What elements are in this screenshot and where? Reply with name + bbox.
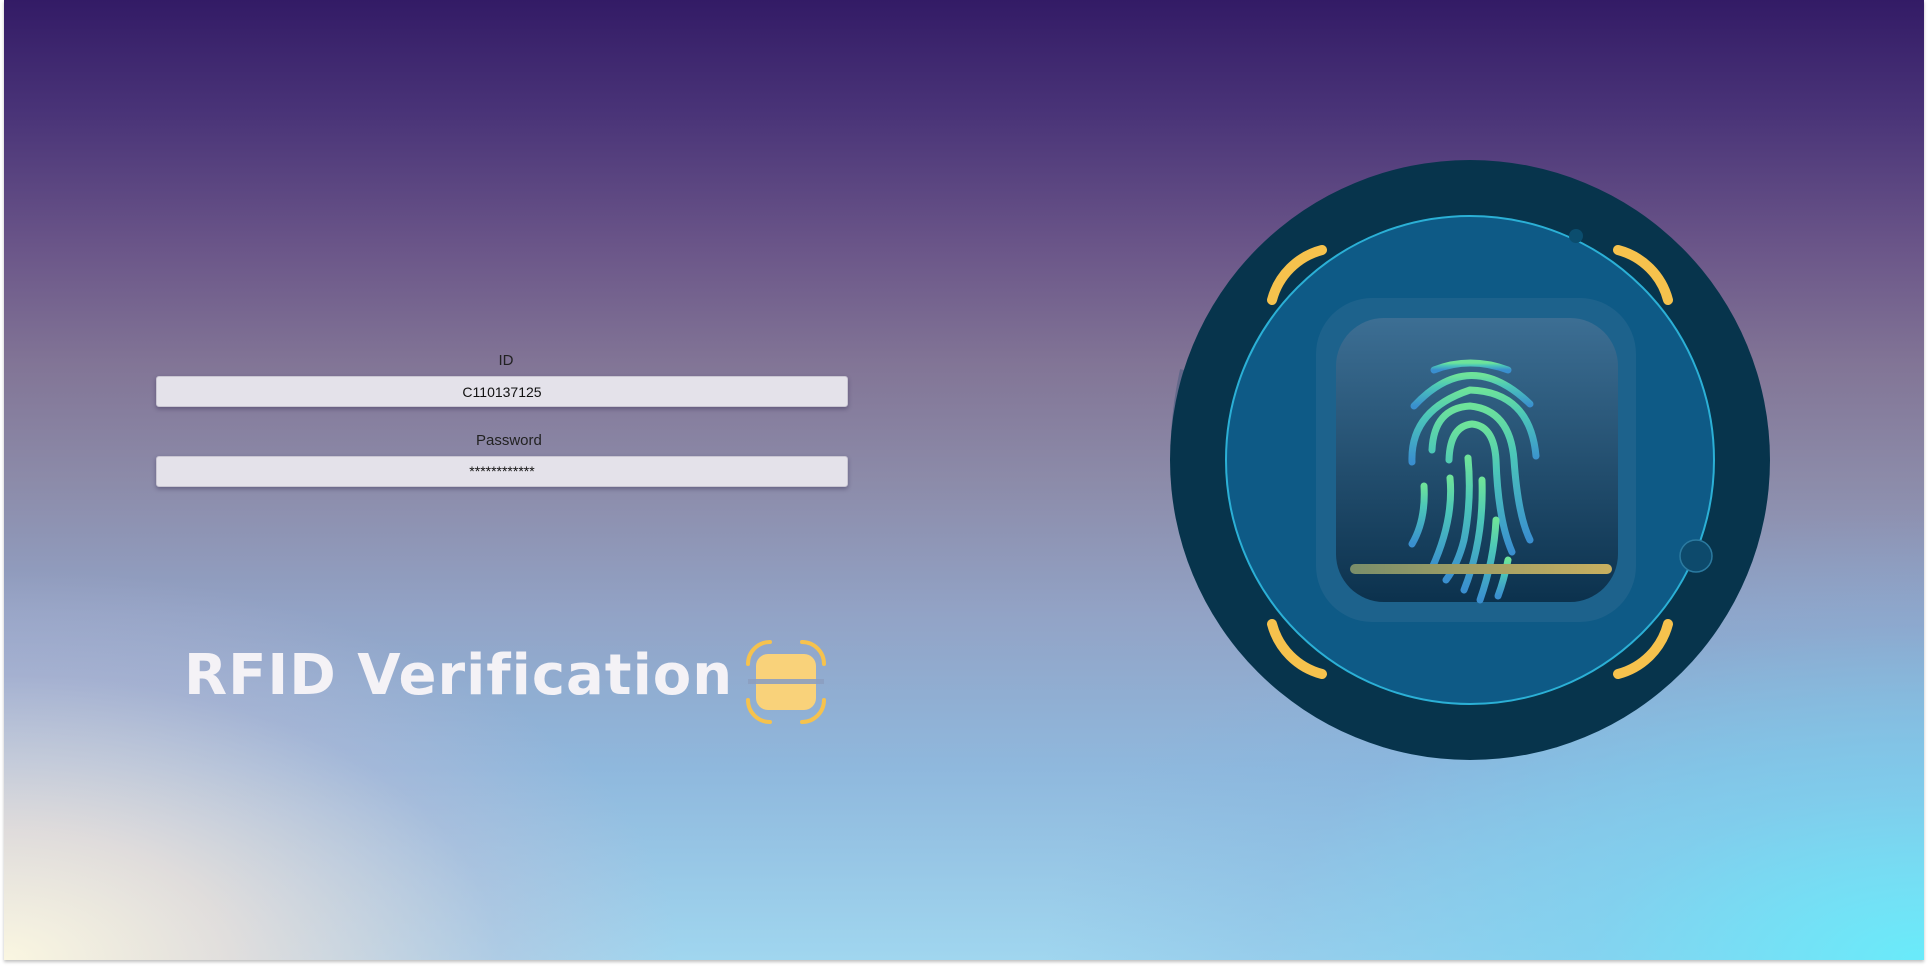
scan-progress-bar (1350, 564, 1612, 574)
id-label: ID (498, 352, 514, 369)
password-label: Password (476, 432, 542, 449)
page-title: RFID Verification (184, 643, 734, 708)
id-input[interactable] (157, 377, 847, 406)
password-value: ************ (469, 463, 535, 479)
login-screen: ID Password ************ RFID Verificati… (4, 0, 1924, 960)
fingerprint-scanner[interactable] (1164, 160, 1772, 768)
rfid-scan-icon[interactable] (740, 636, 832, 728)
password-field[interactable]: ************ (156, 456, 848, 487)
id-field[interactable] (156, 376, 848, 407)
